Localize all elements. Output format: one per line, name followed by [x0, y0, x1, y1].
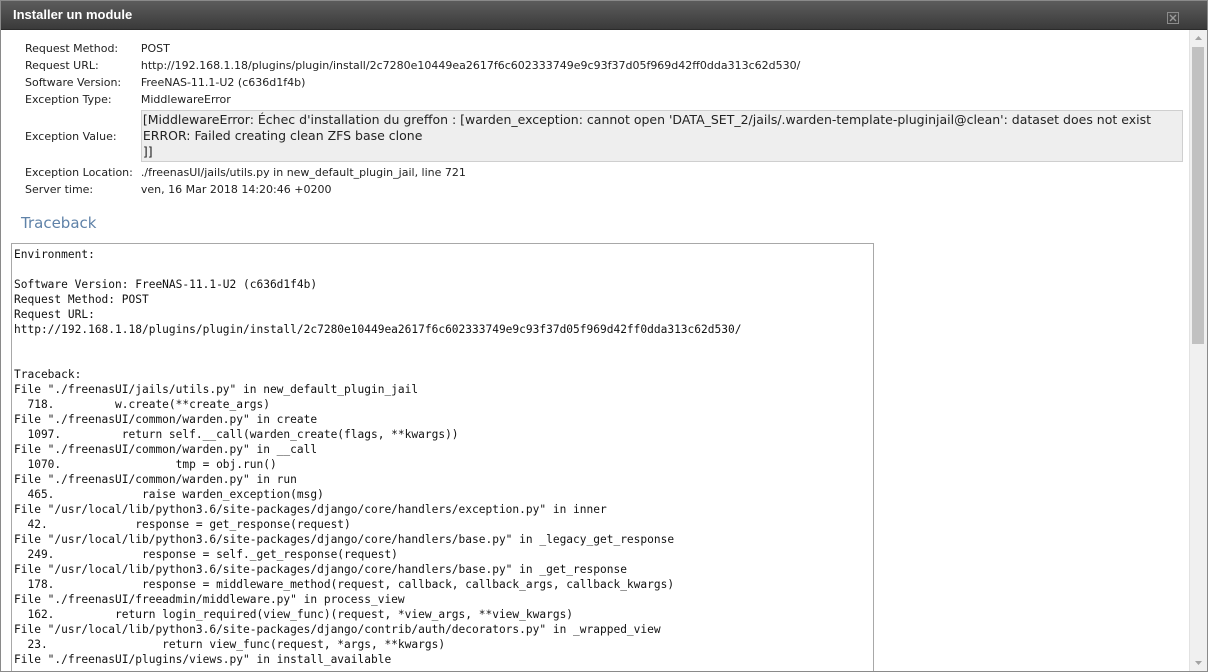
dialog-titlebar[interactable]: Installer un module: [1, 1, 1207, 30]
meta-row-exception-value: Exception Value: [MiddlewareError: Échec…: [21, 108, 1187, 164]
meta-row-software-version: Software Version: FreeNAS-11.1-U2 (c636d…: [21, 74, 1187, 91]
close-icon[interactable]: [1167, 9, 1179, 24]
meta-row-request-method: Request Method: POST: [21, 40, 1187, 57]
exception-value-box: [MiddlewareError: Échec d'installation d…: [140, 110, 1183, 162]
meta-value: http://192.168.1.18/plugins/plugin/insta…: [140, 59, 801, 72]
meta-key: Exception Location:: [25, 166, 133, 179]
scroll-down-arrow-icon[interactable]: [1190, 654, 1207, 671]
traceback-text: Environment: Software Version: FreeNAS-1…: [14, 248, 742, 666]
scroll-up-arrow-icon[interactable]: [1190, 30, 1207, 47]
vertical-scrollbar[interactable]: [1189, 30, 1207, 671]
meta-key: Exception Type:: [25, 93, 112, 106]
meta-key: Server time:: [25, 183, 94, 196]
traceback-textarea[interactable]: Environment: Software Version: FreeNAS-1…: [11, 243, 874, 671]
meta-row-server-time: Server time: ven, 16 Mar 2018 14:20:46 +…: [21, 181, 1187, 198]
meta-value-cell: [MiddlewareError: Échec d'installation d…: [137, 108, 1187, 164]
install-module-dialog: Installer un module Request Method: POST…: [0, 0, 1208, 672]
dialog-content: Request Method: POST Request URL: http:/…: [1, 30, 1191, 671]
meta-value: ./freenasUI/jails/utils.py in new_defaul…: [140, 166, 466, 179]
meta-value: FreeNAS-11.1-U2 (c636d1f4b): [140, 76, 306, 89]
meta-row-exception-type: Exception Type: MiddlewareError: [21, 91, 1187, 108]
dialog-title: Installer un module: [13, 7, 133, 22]
meta-value: ven, 16 Mar 2018 14:20:46 +0200: [140, 183, 332, 196]
meta-value: MiddlewareError: [140, 93, 231, 106]
meta-key: Software Version:: [25, 76, 122, 89]
meta-value: POST: [140, 42, 170, 55]
scrollbar-thumb[interactable]: [1192, 47, 1204, 344]
error-meta-table: Request Method: POST Request URL: http:/…: [21, 40, 1187, 198]
meta-key: Request URL:: [25, 59, 99, 72]
traceback-heading: Traceback: [21, 214, 97, 232]
meta-row-request-url: Request URL: http://192.168.1.18/plugins…: [21, 57, 1187, 74]
meta-row-exception-location: Exception Location: ./freenasUI/jails/ut…: [21, 164, 1187, 181]
meta-key: Request Method:: [25, 42, 119, 55]
meta-key: Exception Value:: [25, 129, 117, 143]
